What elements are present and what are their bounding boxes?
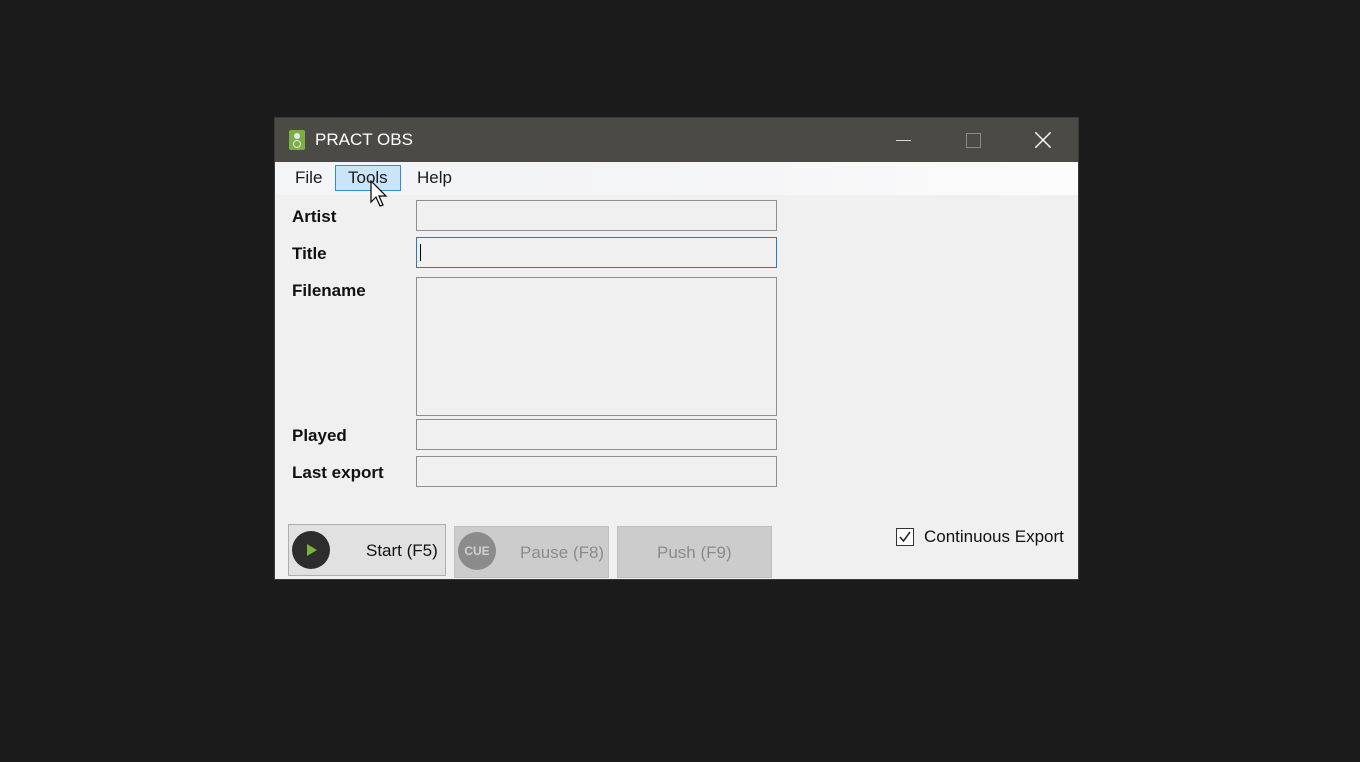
title-field[interactable] [416,237,777,268]
start-button-label: Start (F5) [366,541,438,560]
menu-help[interactable]: Help [405,165,464,191]
title-label: Title [292,244,327,263]
maximize-icon [966,133,981,148]
menu-tools[interactable]: Tools [335,165,401,191]
menu-file[interactable]: File [283,165,334,191]
text-caret [420,244,421,261]
maximize-button[interactable] [938,118,1008,162]
push-button-label: Push (F9) [657,543,732,562]
pause-button-label: Pause (F8) [520,543,605,562]
close-icon [1035,132,1051,148]
played-field[interactable] [416,419,777,450]
app-window: PRACT OBS File Tools Help Artist Title F… [275,118,1078,579]
speaker-icon [289,130,305,150]
artist-field[interactable] [416,200,777,231]
start-button[interactable]: Start (F5) [288,524,446,576]
minimize-button[interactable] [868,118,938,162]
last-export-field[interactable] [416,456,777,487]
minimize-icon [896,140,911,141]
pause-button[interactable]: CUE Pause (F8) [454,526,609,578]
filename-label: Filename [292,281,366,300]
menu-bar: File Tools Help [275,162,1078,195]
cue-icon: CUE [458,532,496,570]
checkmark-icon [899,531,911,543]
artist-label: Artist [292,207,337,226]
last-export-label: Last export [292,463,384,482]
close-button[interactable] [1008,118,1078,162]
filename-field[interactable] [416,277,777,416]
push-button[interactable]: Push (F9) [617,526,772,578]
window-title: PRACT OBS [315,130,413,149]
continuous-export-label[interactable]: Continuous Export [924,527,1064,547]
continuous-export-checkbox[interactable] [896,528,914,546]
played-label: Played [292,426,347,445]
mouse-pointer-icon [370,180,388,207]
play-icon [292,531,330,569]
title-bar[interactable]: PRACT OBS [275,118,1078,162]
